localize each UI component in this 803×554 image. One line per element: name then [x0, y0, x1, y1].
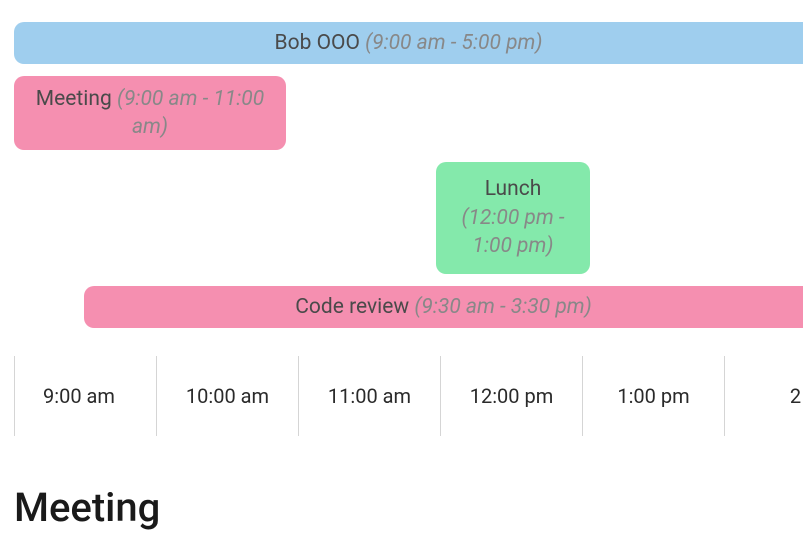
event-lunch[interactable]: Lunch (12:00 pm - 1:00 pm)	[436, 162, 590, 274]
tick-label: 9:00 am	[43, 384, 115, 408]
event-code-review[interactable]: Code review (9:30 am - 3:30 pm)	[84, 286, 803, 328]
event-bob-ooo[interactable]: Bob OOO (9:00 am - 5:00 pm)	[14, 22, 803, 64]
event-timespan: (9:00 am - 11:00 am)	[117, 87, 264, 139]
tick-label: 11:00 am	[328, 384, 411, 408]
time-tick[interactable]: 1:00 pm	[582, 356, 724, 436]
time-tick[interactable]: 9:00 am	[14, 356, 156, 436]
tick-label: 1:00 pm	[617, 384, 689, 408]
event-timespan: (9:30 am - 3:30 pm)	[414, 295, 591, 319]
detail-heading: Meeting	[14, 484, 160, 531]
event-meeting[interactable]: Meeting (9:00 am - 11:00 am)	[14, 76, 286, 150]
event-title: Bob OOO	[275, 31, 360, 55]
time-tick[interactable]: 2	[724, 356, 803, 436]
tick-label: 10:00 am	[186, 384, 269, 408]
event-timespan: (12:00 pm - 1:00 pm)	[450, 204, 576, 261]
event-timespan: (9:00 am - 5:00 pm)	[365, 31, 542, 55]
event-title: Code review	[295, 295, 409, 319]
tick-label: 2	[790, 384, 801, 408]
time-axis: 9:00 am 10:00 am 11:00 am 12:00 pm 1:00 …	[14, 356, 803, 436]
event-title: Lunch	[485, 175, 542, 203]
time-tick[interactable]: 11:00 am	[298, 356, 440, 436]
event-title: Meeting	[36, 87, 112, 111]
time-tick[interactable]: 12:00 pm	[440, 356, 582, 436]
tick-label: 12:00 pm	[470, 384, 554, 408]
timeline-area: Bob OOO (9:00 am - 5:00 pm) Meeting (9:0…	[0, 0, 803, 340]
time-tick[interactable]: 10:00 am	[156, 356, 298, 436]
